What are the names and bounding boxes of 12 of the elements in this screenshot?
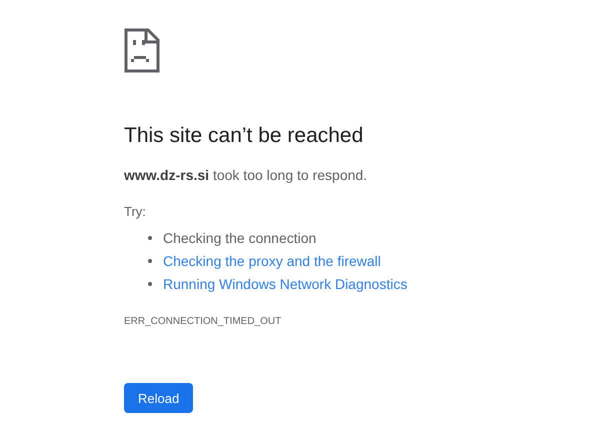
reload-button[interactable]: Reload — [124, 383, 194, 413]
suggestions-label: Try: — [124, 203, 146, 221]
bullet-icon — [148, 282, 152, 286]
suggestion-link[interactable]: Checking the proxy and the firewall — [163, 252, 381, 268]
error-code: ERR_CONNECTION_TIMED_OUT — [124, 315, 282, 329]
bullet-icon — [148, 258, 152, 262]
sad-page-icon — [124, 28, 160, 73]
error-heading: This site can’t be reached — [124, 123, 364, 149]
suggestion-link[interactable]: Running Windows Network Diagnostics — [163, 276, 408, 292]
bullet-icon — [148, 236, 152, 240]
suggestion-text: Checking the connection — [163, 230, 316, 246]
error-description: www.dz-rs.si took too long to respond. — [124, 166, 368, 185]
